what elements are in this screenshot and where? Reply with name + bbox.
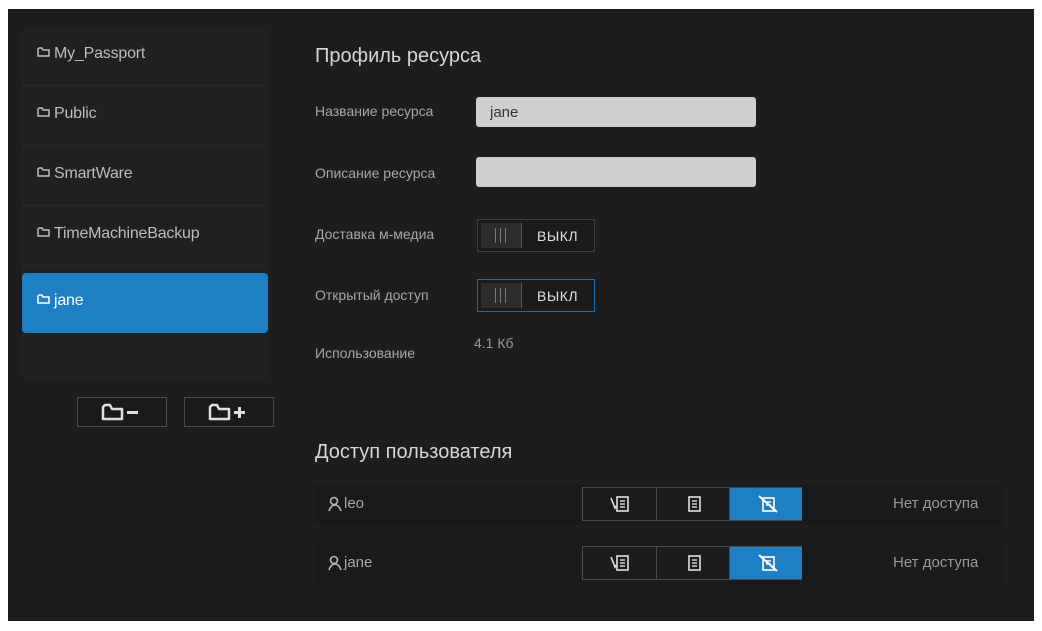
read-write-button[interactable] [583, 488, 656, 520]
share-name-label: Название ресурса [315, 103, 434, 119]
user-icon [328, 555, 342, 571]
usage-value: 4.1 Кб [474, 335, 514, 351]
share-item-label: SmartWare [54, 165, 133, 182]
folder-plus-icon [208, 403, 245, 421]
share-description-label: Описание ресурса [315, 165, 436, 181]
toggle-state: ВЫКЛ [537, 288, 579, 304]
share-item-my-passport[interactable]: My_Passport [22, 26, 268, 86]
access-status: Нет доступа [893, 554, 979, 571]
user-name: jane [344, 554, 373, 571]
share-item-jane[interactable]: jane [22, 273, 268, 333]
share-item-label: TimeMachineBackup [54, 225, 200, 242]
remove-share-button[interactable] [77, 397, 167, 427]
add-share-button[interactable] [184, 397, 274, 427]
share-list: My_Passport Public SmartWare TimeMachine… [22, 26, 270, 382]
no-access-icon [758, 554, 778, 572]
access-level-selector [582, 487, 802, 521]
folder-minus-icon [101, 403, 138, 421]
user-access-row-jane: jane Нет доступа [314, 544, 1004, 584]
folder-icon [37, 47, 50, 57]
user-access-title: Доступ пользователя [315, 441, 513, 463]
no-access-icon [758, 495, 778, 513]
user-icon [328, 496, 342, 512]
share-item-label: jane [54, 292, 84, 309]
user-name: leo [344, 495, 365, 512]
share-item-label: Public [54, 105, 97, 122]
share-profile-title: Профиль ресурса [315, 45, 482, 67]
share-description-input[interactable] [476, 157, 756, 187]
folder-icon [37, 107, 50, 117]
share-item-label: My_Passport [54, 45, 146, 62]
no-access-button[interactable] [729, 547, 802, 579]
media-serving-toggle[interactable]: ВЫКЛ [477, 219, 595, 252]
toggle-knob [481, 223, 522, 248]
read-only-icon [688, 555, 701, 571]
media-serving-label: Доставка м-медиа [315, 226, 435, 242]
folder-icon [37, 227, 50, 237]
public-access-toggle[interactable]: ВЫКЛ [477, 279, 595, 312]
public-access-label: Открытый доступ [315, 287, 429, 303]
read-only-button[interactable] [656, 488, 729, 520]
user-access-row-leo: leo Нет доступа [314, 485, 1004, 525]
share-item-public[interactable]: Public [22, 86, 268, 146]
no-access-button[interactable] [729, 488, 802, 520]
share-name-input[interactable] [476, 97, 756, 127]
access-status: Нет доступа [893, 495, 979, 512]
folder-icon [37, 167, 50, 177]
usage-label: Использование [315, 345, 416, 361]
read-write-icon [610, 555, 629, 571]
folder-icon [37, 294, 50, 304]
read-write-button[interactable] [583, 547, 656, 579]
read-only-button[interactable] [656, 547, 729, 579]
toggle-state: ВЫКЛ [537, 228, 579, 244]
share-item-timemachinebackup[interactable]: TimeMachineBackup [22, 206, 268, 266]
read-only-icon [688, 496, 701, 512]
access-level-selector [582, 546, 802, 580]
read-write-icon [610, 496, 629, 512]
share-item-smartware[interactable]: SmartWare [22, 146, 268, 206]
toggle-knob [481, 283, 522, 308]
